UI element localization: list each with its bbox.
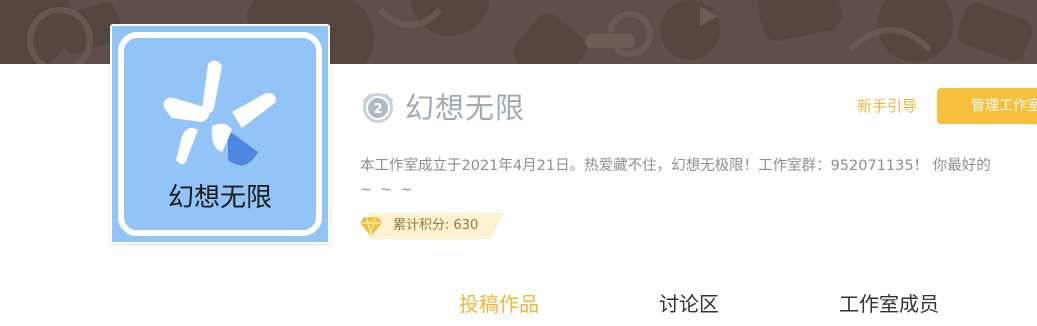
tab-discussion[interactable]: 讨论区	[659, 290, 719, 318]
studio-name: 幻想无限	[405, 91, 526, 125]
guide-link[interactable]: 新手引导	[857, 96, 917, 116]
level-number: 2	[373, 102, 382, 117]
studio-description: 本工作室成立于2021年4月21日。热爱藏不住，幻想无极限！工作室群：95207…	[360, 158, 991, 174]
points-badge: 累计积分: 630	[360, 213, 504, 239]
level-badge: 2	[361, 91, 395, 125]
studio-avatar: 幻想无限	[110, 24, 330, 244]
points-text: 累计积分: 630	[393, 218, 479, 233]
tab-submissions[interactable]: 投稿作品	[459, 290, 539, 318]
studio-logo: 幻想无限	[112, 26, 328, 242]
logo-text: 幻想无限	[168, 183, 272, 213]
level-medal-icon: 2	[363, 93, 393, 123]
tab-members[interactable]: 工作室成员	[839, 290, 939, 318]
diamond-icon	[360, 217, 382, 236]
studio-description-continued: ~ ~ ~	[360, 182, 415, 198]
manage-studio-button[interactable]: 管理工作室	[937, 88, 1037, 124]
